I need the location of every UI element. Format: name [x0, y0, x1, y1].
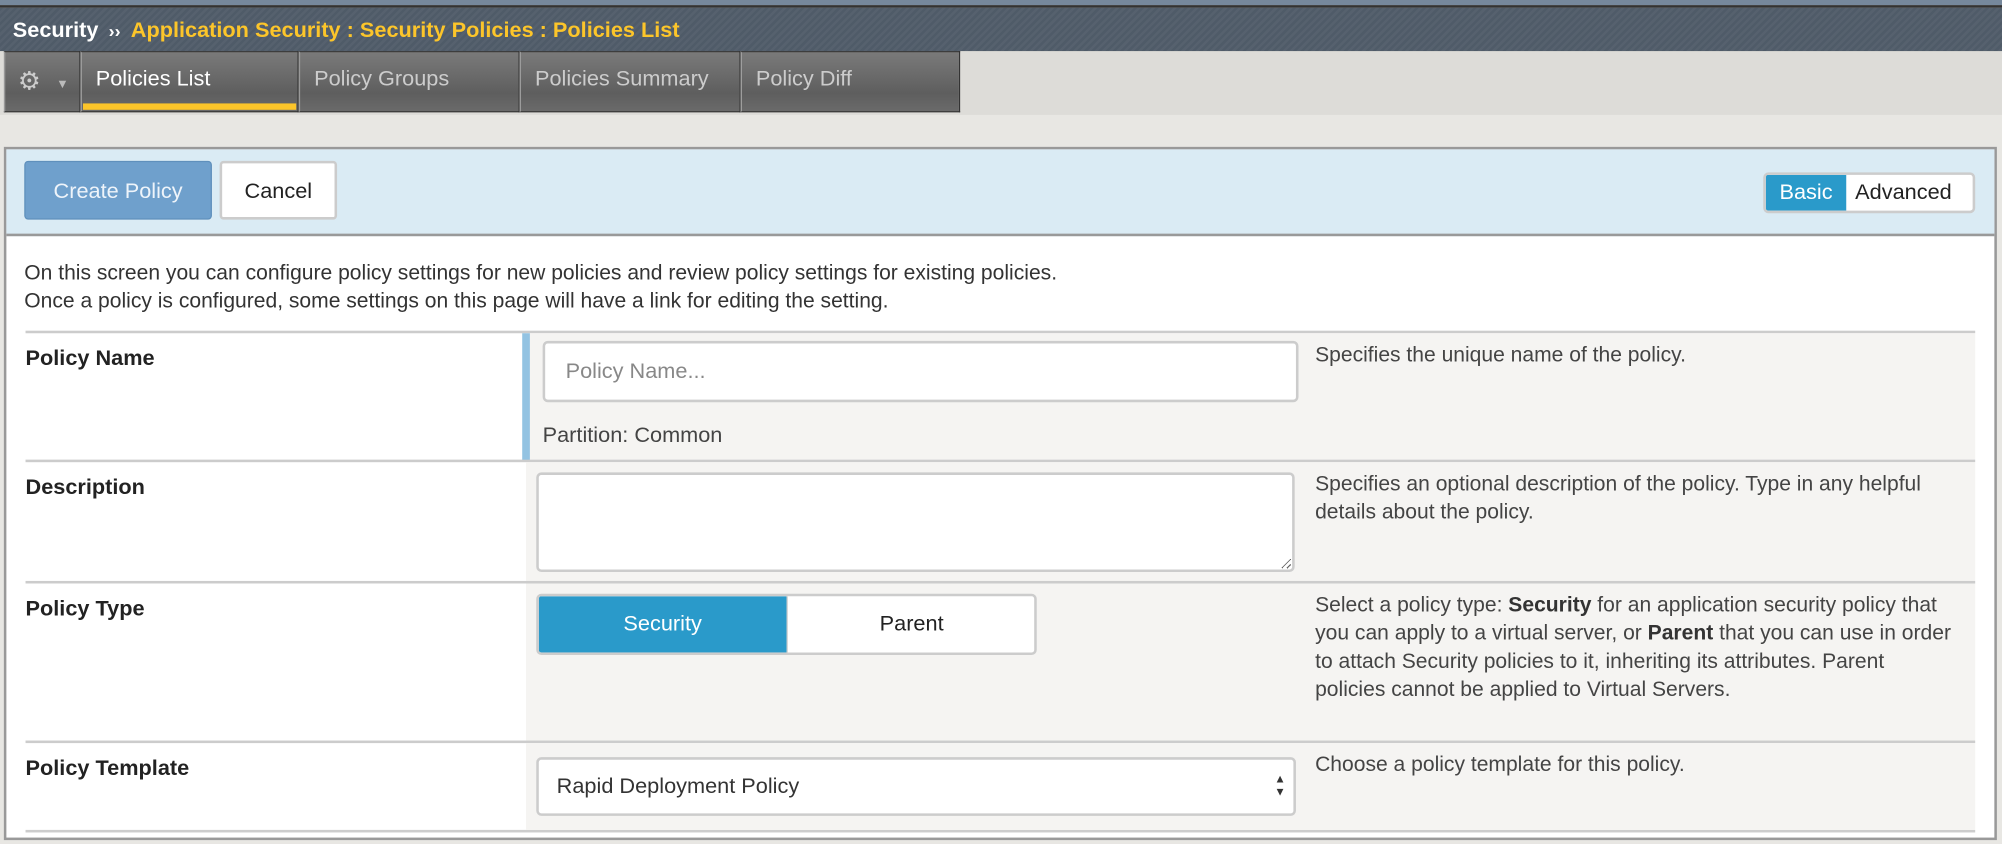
policy-template-label: Policy Template: [25, 755, 190, 781]
tab-label: Policy Groups: [314, 66, 450, 91]
toolbar: Create Policy Cancel Basic Advanced: [6, 149, 1995, 237]
basic-mode-button[interactable]: Basic: [1765, 174, 1847, 211]
policy-name-help: Specifies the unique name of the policy.: [1315, 343, 1686, 367]
app-window: Security ›› Application Security : Securit…: [0, 0, 2002, 844]
create-policy-panel: Create Policy Cancel Basic Advanced On t…: [3, 146, 1997, 841]
help-text: Select a policy type:: [1315, 593, 1509, 617]
advanced-mode-button[interactable]: Advanced: [1846, 175, 1952, 211]
breadcrumb: Security ›› Application Security : Securit…: [13, 18, 680, 44]
intro-line-1: On this screen you can configure policy …: [24, 261, 1058, 285]
tab-policies-summary[interactable]: Policies Summary: [519, 51, 741, 113]
policy-type-row: Policy Type Security Parent Select a pol…: [25, 580, 1976, 741]
description-help: Specifies an optional description of the…: [1315, 472, 1921, 524]
view-mode-toggle: Basic Advanced: [1763, 172, 1976, 214]
policy-name-row: Policy Name Partition: Common Specifies …: [25, 330, 1976, 461]
settings-menu-button[interactable]: ⚙ ▼: [3, 51, 81, 113]
select-arrows-icon: ▲ ▼: [1274, 772, 1286, 798]
policy-name-label: Policy Name: [25, 346, 155, 371]
breadcrumb-separator: ››: [108, 20, 121, 41]
policy-name-input[interactable]: [542, 340, 1299, 403]
tab-label: Policies Summary: [534, 66, 709, 91]
description-textarea[interactable]: [536, 472, 1295, 573]
header-bar: Security ›› Application Security : Securit…: [0, 5, 2002, 54]
description-label: Description: [25, 474, 145, 500]
policy-type-label: Policy Type: [25, 596, 145, 621]
policy-template-select[interactable]: Rapid Deployment Policy ▲ ▼: [536, 757, 1296, 816]
partition-text: Partition: Common: [542, 422, 723, 447]
description-row: Description Specifies an optional descri…: [25, 459, 1976, 581]
help-bold: Security: [1508, 593, 1592, 617]
intro-text: On this screen you can configure policy …: [24, 259, 1057, 315]
policy-type-parent-button[interactable]: Parent: [786, 596, 1035, 653]
tab-label: Policies List: [95, 66, 211, 91]
cancel-button[interactable]: Cancel: [219, 160, 338, 220]
tab-policy-diff[interactable]: Policy Diff: [740, 51, 961, 113]
tab-policies-list[interactable]: Policies List: [80, 51, 299, 113]
tab-bar: ⚙ ▼ Policies List Policy Groups Policies …: [0, 51, 2002, 115]
policy-type-security-button[interactable]: Security: [538, 596, 787, 653]
breadcrumb-root[interactable]: Security: [13, 18, 99, 42]
gear-icon: ⚙: [17, 67, 41, 96]
policy-template-row: Policy Template Rapid Deployment Policy …: [25, 740, 1976, 833]
intro-line-2: Once a policy is configured, some settin…: [24, 289, 889, 313]
policy-template-help: Choose a policy template for this policy…: [1315, 753, 1685, 777]
tab-label: Policy Diff: [755, 66, 852, 91]
breadcrumb-path: Application Security : Security Policies…: [130, 17, 680, 43]
policy-type-help: Select a policy type: Security for an ap…: [1315, 591, 1960, 703]
active-tab-indicator: [82, 103, 297, 110]
tab-policy-groups[interactable]: Policy Groups: [298, 51, 520, 113]
required-indicator: [522, 333, 530, 461]
chevron-down-icon: ▼: [56, 77, 69, 92]
policy-type-toggle: Security Parent: [536, 593, 1037, 655]
help-bold: Parent: [1647, 621, 1714, 645]
policy-template-value: Rapid Deployment Policy: [556, 773, 800, 798]
create-policy-button[interactable]: Create Policy: [24, 160, 212, 220]
